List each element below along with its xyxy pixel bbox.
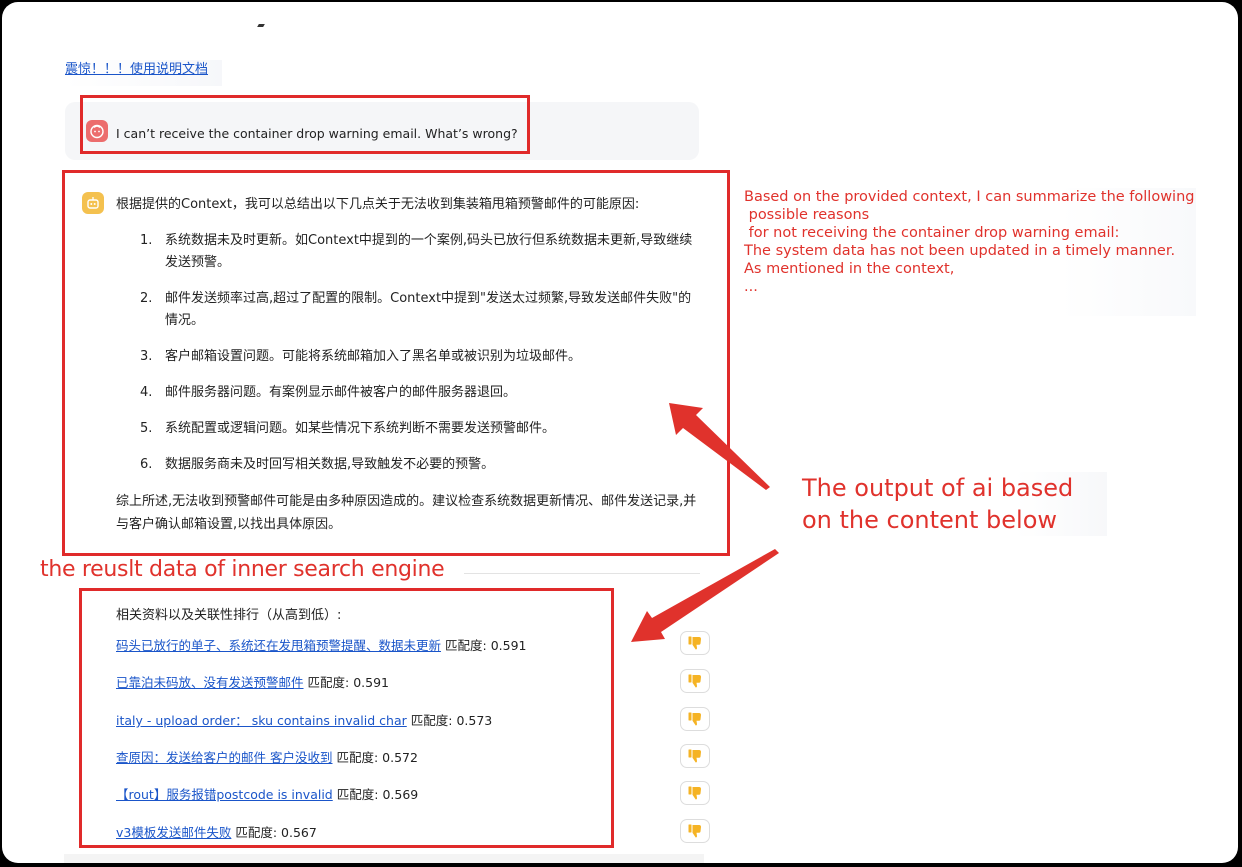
screenshot-frame: 震惊！！！使用说明文档 I can’t receive the containe…	[2, 2, 1238, 863]
answer-highlight-box	[62, 170, 730, 556]
output-annotation: The output of ai based on the content be…	[802, 472, 1107, 536]
search-annotation: the reuslt data of inner search engine	[40, 557, 445, 582]
truncated-text-mark	[257, 24, 265, 27]
thumbs-down-icon	[688, 749, 701, 763]
thumbs-down-button[interactable]	[680, 631, 710, 655]
translation-annotation: Based on the provided context, I can sum…	[744, 188, 1196, 316]
thumbs-down-icon	[688, 636, 701, 650]
arrow-to-results	[631, 549, 779, 642]
thumbs-down-icon	[688, 674, 701, 688]
results-highlight-box	[79, 588, 614, 848]
usage-doc-link[interactable]: 震惊！！！使用说明文档	[65, 60, 223, 86]
thumbs-down-icon	[688, 824, 701, 838]
thumbs-down-button[interactable]	[680, 707, 710, 731]
question-highlight-box	[80, 95, 530, 154]
thumbs-down-button[interactable]	[680, 744, 710, 768]
divider	[464, 573, 700, 574]
thumbs-down-button[interactable]	[680, 819, 710, 843]
thumbs-down-button[interactable]	[680, 669, 710, 693]
thumbs-down-button[interactable]	[680, 781, 710, 805]
thumbs-down-icon	[688, 786, 701, 800]
thumbs-down-icon	[688, 712, 701, 726]
next-message-edge	[64, 854, 704, 863]
